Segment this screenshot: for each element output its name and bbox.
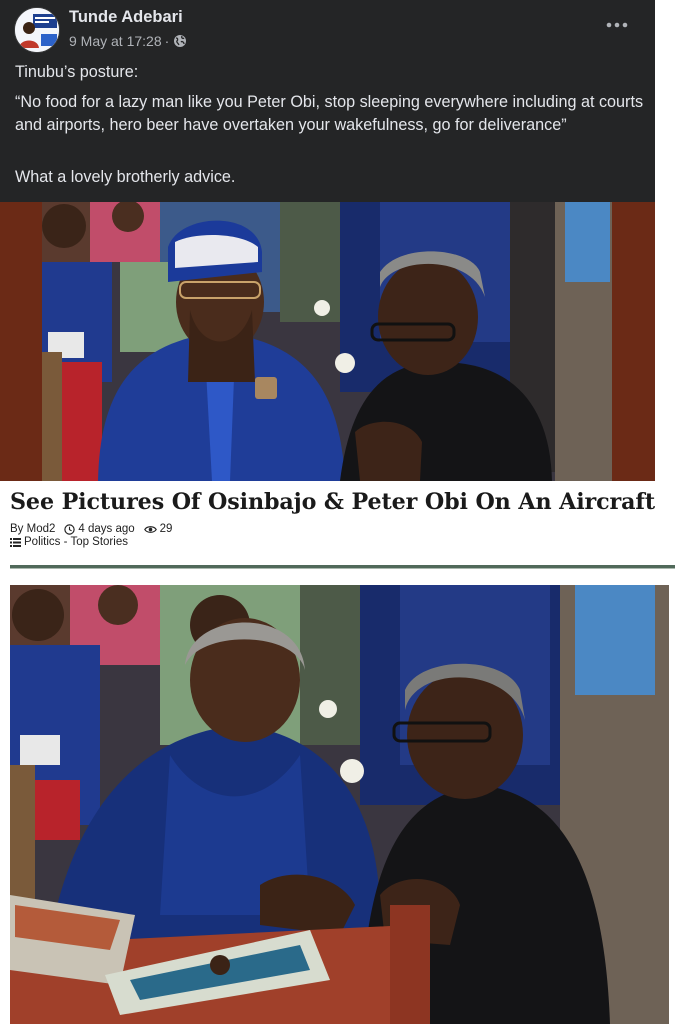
article-category-links[interactable]: Politics - Top Stories [24, 536, 128, 548]
list-icon [10, 538, 21, 547]
author-name[interactable]: Tunde Adebari [69, 8, 183, 27]
globe-icon [173, 34, 187, 48]
article-meta: By Mod2 4 days ago 29 [10, 523, 172, 535]
post-text-comment: What a lovely brotherly advice. [15, 168, 236, 186]
post-timestamp: 9 May at 17:28 · [69, 33, 187, 49]
article-photo-osinbajo-obi[interactable] [10, 585, 669, 1024]
post-date[interactable]: 9 May at 17:28 [69, 33, 162, 49]
post-photo-tinubu-obi[interactable] [0, 202, 655, 481]
more-options-icon[interactable] [604, 12, 630, 38]
article-divider [10, 565, 675, 569]
article-author[interactable]: By Mod2 [10, 523, 55, 535]
eye-icon [143, 525, 157, 533]
facebook-post-card: Tunde Adebari 9 May at 17:28 · Tinubu’s … [0, 0, 655, 202]
author-avatar[interactable] [14, 7, 60, 53]
clock-icon [64, 523, 76, 535]
post-text-quote: “No food for a lazy man like you Peter O… [15, 93, 644, 134]
article-categories: Politics - Top Stories [10, 536, 128, 548]
meta-separator: · [164, 33, 170, 49]
article-time: 4 days ago [78, 523, 135, 535]
post-text-intro: Tinubu’s posture: [15, 63, 139, 81]
article-title[interactable]: See Pictures Of Osinbajo & Peter Obi On … [10, 489, 675, 515]
article-views: 29 [159, 523, 173, 535]
